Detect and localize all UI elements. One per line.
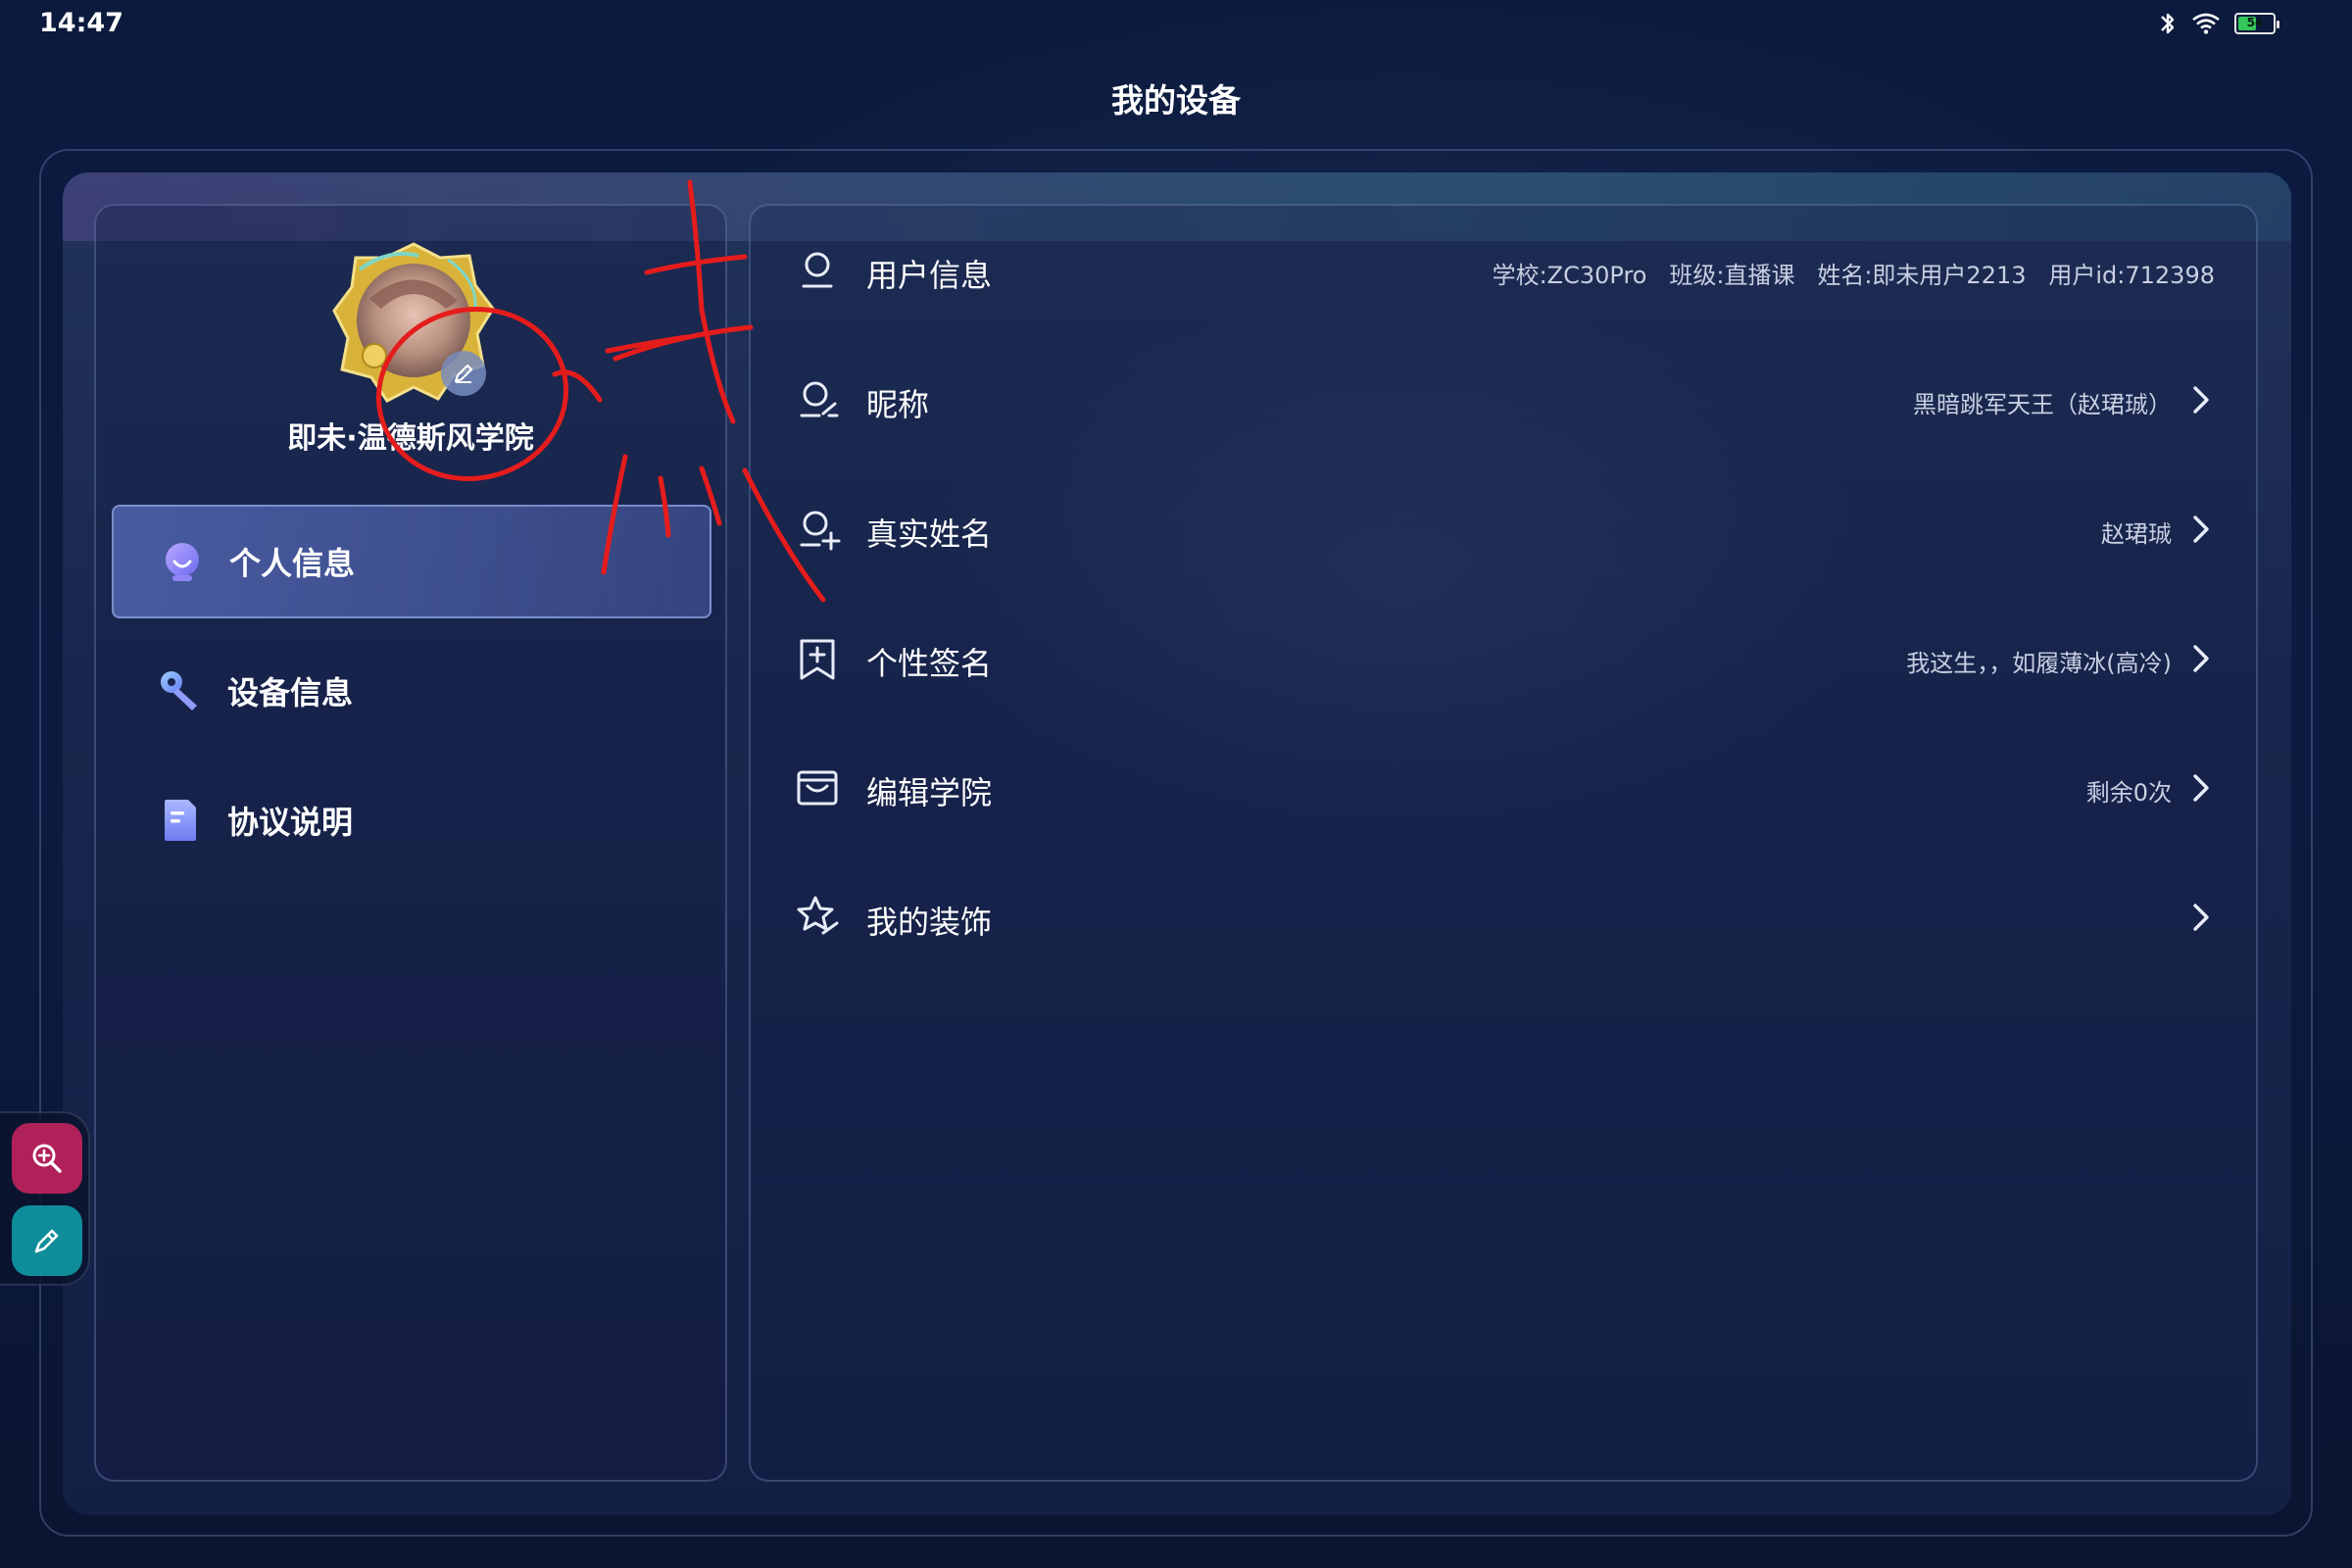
row-label: 编辑学院 [866,774,993,811]
row-real-name[interactable]: 真实姓名 赵珺珹 [794,486,2219,574]
chevron-right-icon [2193,774,2209,802]
nickname-value: 黑暗跳军天王（赵珺珹） [1913,391,2172,418]
chevron-right-icon [2193,645,2209,672]
user-info-value: 学校:ZC30Pro 班级:直播课 姓名:即未用户2213 用户id:71239… [1492,262,2215,289]
row-user-info: 用户信息 学校:ZC30Pro 班级:直播课 姓名:即未用户2213 用户id:… [794,227,2219,316]
real-name-value: 赵珺珹 [2101,520,2172,548]
user-add-icon [800,511,841,551]
bookmark-add-icon [800,639,835,680]
pen-button[interactable] [12,1205,82,1276]
row-decorations[interactable]: 我的装饰 [794,874,2219,962]
sidebar-item-label: 设备信息 [227,674,354,711]
academy-edit-value: 剩余0次 [2085,779,2172,807]
row-label: 真实姓名 [866,515,993,553]
bluetooth-icon [2161,13,2175,34]
signature-value: 我这生，，如履薄冰(高冷) [1906,650,2172,677]
pen-icon [34,1229,59,1253]
wifi-icon [2192,13,2220,34]
status-time: 14:47 [39,8,123,38]
floating-toolbar [0,1111,90,1286]
status-icons: 54 [2158,10,2279,37]
battery-level-text: 54 [2246,16,2264,29]
pencil-icon [454,364,473,383]
row-label: 个性签名 [866,645,993,682]
edit-avatar-button[interactable] [441,351,486,396]
row-signature[interactable]: 个性签名 我这生，，如履薄冰(高冷) [794,615,2219,704]
row-nickname[interactable]: 昵称 黑暗跳军天王（赵珺珹） [794,357,2219,445]
profile-icon [159,538,206,585]
star-hand-icon [797,896,839,935]
status-bar: 14:47 54 [0,0,2352,49]
page-title: 我的设备 [1111,81,1241,120]
chevron-right-icon [2193,386,2209,414]
battery-icon: 54 [2234,13,2279,34]
academy-name: 即未·温德斯风学院 [287,421,534,456]
chevron-right-icon [2193,515,2209,543]
zoom-in-button[interactable] [12,1123,82,1194]
sidebar-item-label: 个人信息 [229,545,356,582]
document-icon [157,797,204,844]
row-label: 用户信息 [866,257,993,294]
wrench-icon [157,667,204,714]
sidebar-item-device-info[interactable]: 设备信息 [112,634,711,748]
row-edit-academy[interactable]: 编辑学院 剩余0次 [794,745,2219,833]
sidebar-item-label: 协议说明 [227,804,354,841]
chevron-right-icon [2193,904,2209,931]
sidebar-item-agreement[interactable]: 协议说明 [112,763,711,877]
school-icon [797,770,838,806]
user-icon [802,252,833,288]
row-label: 我的装饰 [866,904,993,941]
row-label: 昵称 [866,386,930,423]
user-edit-icon [800,381,839,417]
zoom-in-icon [32,1144,62,1173]
sidebar-item-personal-info[interactable]: 个人信息 [112,505,711,618]
